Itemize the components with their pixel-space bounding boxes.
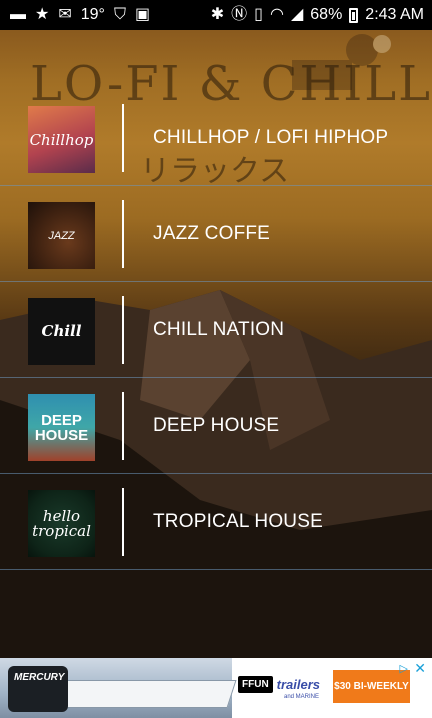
battery-icon [349, 7, 359, 23]
chat-icon: ▬ [10, 6, 26, 23]
chillhop-cover-icon: Chillhop [28, 106, 95, 173]
brand-sub: and MARINE [284, 694, 320, 700]
ad-banner[interactable]: MERCURY FFUN trailers and MARINE $30 BI-… [0, 658, 432, 718]
cover-text: DEEP HOUSE [34, 411, 89, 444]
temperature: 19° [80, 6, 105, 23]
battery-percent: 68% [310, 6, 343, 23]
cover-text: hello tropical [32, 506, 91, 540]
list-item[interactable]: hello tropical TROPICAL HOUSE [0, 474, 432, 570]
status-bar: ▬ ★ ✉ 19° ⛉ ▣ ✱ Ⓝ ▯ ◠ ◢ 68% 2:43 AM [0, 0, 432, 30]
brand-badge: FFUN [238, 676, 273, 693]
ad-image[interactable]: MERCURY [0, 658, 237, 718]
gmail-icon: ✉ [58, 6, 72, 23]
jazz-cafe-cover-icon: JAZZ [28, 202, 95, 269]
list-item[interactable]: Chillhop CHILLHOP / LOFI HIPHOP [0, 90, 432, 186]
brand-name: trailers [276, 677, 321, 692]
signal-icon: ◢ [290, 6, 304, 23]
vibrate-icon: ▯ [254, 6, 263, 23]
star-icon: ★ [35, 6, 50, 23]
ad-cta-button[interactable]: $30 BI-WEEKLY [333, 670, 410, 703]
wifi-icon: ◠ [269, 6, 284, 23]
clock: 2:43 AM [365, 6, 424, 23]
ad-brand[interactable]: FFUN trailers and MARINE [238, 676, 321, 700]
list-item-label: JAZZ COFFE [153, 222, 271, 244]
cover-text: JAZZ [48, 229, 75, 242]
list-item-label: CHILL NATION [153, 318, 285, 340]
divider [122, 296, 124, 364]
divider [122, 104, 124, 172]
list-item-label: TROPICAL HOUSE [153, 510, 323, 532]
list-item-label: CHILLHOP / LOFI HIPHOP [153, 126, 389, 148]
close-icon[interactable]: ✕ [414, 660, 426, 677]
cover-text: Chillhop [29, 130, 94, 149]
list-item-label: DEEP HOUSE [153, 414, 280, 436]
cover-text: Chill [41, 322, 82, 340]
list-item[interactable]: DEEP HOUSE DEEP HOUSE [0, 378, 432, 474]
app-icon: ▣ [134, 6, 151, 23]
boat-hull [55, 680, 237, 708]
list-item[interactable]: JAZZ JAZZ COFFE [0, 186, 432, 282]
adchoices-icon[interactable]: ▷ [400, 662, 408, 675]
shield-icon: ⛉ [113, 6, 126, 23]
list-item[interactable]: Chill CHILL NATION [0, 282, 432, 378]
divider [122, 392, 124, 460]
bluetooth-icon: ✱ [210, 6, 225, 23]
divider [122, 200, 124, 268]
deep-house-cover-icon: DEEP HOUSE [28, 394, 95, 461]
divider [122, 488, 124, 556]
chill-nation-cover-icon: Chill [28, 298, 95, 365]
motor-brand-text: MERCURY [14, 672, 65, 683]
station-list: Chillhop CHILLHOP / LOFI HIPHOP JAZZ JAZ… [0, 90, 432, 570]
nfc-icon: Ⓝ [231, 6, 248, 23]
hello-tropical-cover-icon: hello tropical [28, 490, 95, 557]
